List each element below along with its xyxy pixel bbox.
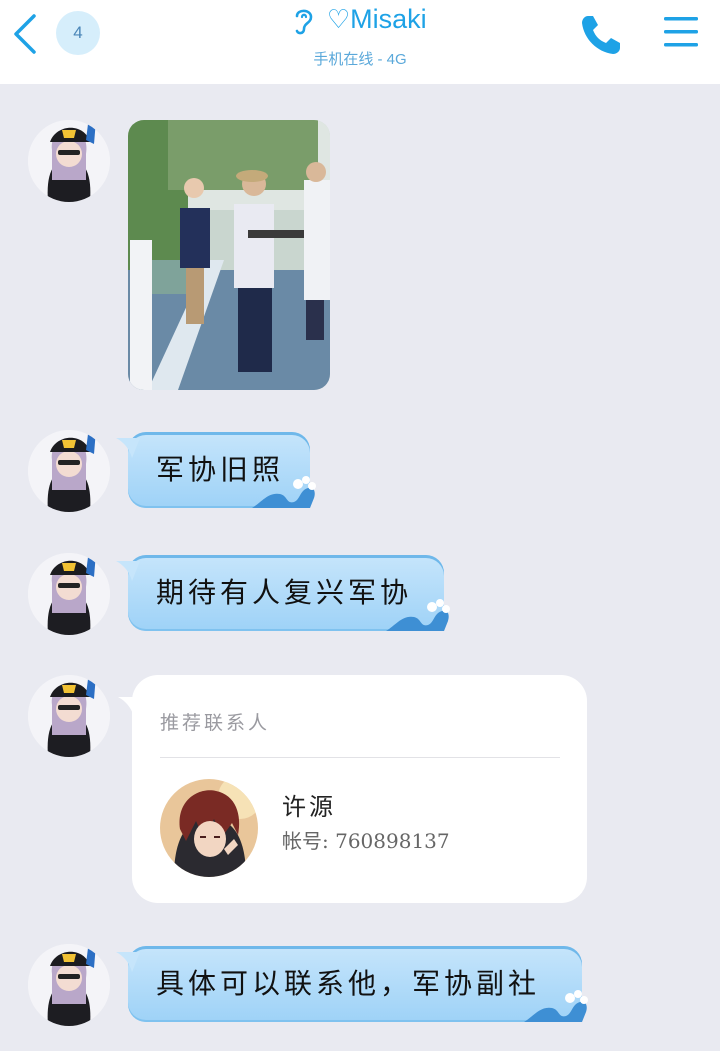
chat-header: 4 ♡Misaki 手机在线 - 4G [0,0,720,84]
message-bubble[interactable]: 具体可以联系他，军协副社 [116,946,588,1022]
bubble-tail [116,561,140,581]
contact-avatar[interactable] [160,779,258,877]
wave-decoration-icon [386,599,450,631]
shared-photo[interactable] [128,120,330,390]
contact-card[interactable]: 推荐联系人 许源 帐号: 760898137 [118,675,587,903]
avatar-image [28,120,110,202]
phone-icon[interactable] [578,12,624,58]
bubble-tail [118,697,142,717]
photo-group-outdoors [128,120,330,390]
avatar-image [28,430,110,512]
message-text: 期待有人复兴军协 [156,576,413,609]
avatar-image [28,944,110,1026]
wave-decoration-icon [524,990,588,1022]
contact-name-title: Misaki [350,4,427,34]
sender-avatar[interactable] [28,430,110,512]
message-text: 具体可以联系他，军协副社 [156,967,541,1000]
ear-icon [296,9,313,35]
card-title: 推荐联系人 [160,712,271,734]
contact-name: 许源 [282,793,336,821]
bubble-tail [116,438,140,458]
avatar-image [28,553,110,635]
sender-avatar[interactable] [28,553,110,635]
sender-avatar[interactable] [28,675,110,757]
avatar-image [28,675,110,757]
heart-glyph: ♡ [326,4,351,34]
message-bubble[interactable]: 期待有人复兴军协 [116,555,450,631]
contact-account-number: 帐号: 760898137 [282,829,450,853]
contact-avatar-image [160,779,258,877]
menu-icon[interactable] [662,14,700,50]
message-bubble[interactable]: 军协旧照 [116,432,316,508]
bubble-tail [116,952,140,972]
wave-decoration-icon [252,476,316,508]
sender-avatar[interactable] [28,120,110,202]
sender-avatar[interactable] [28,944,110,1026]
card-divider [160,757,560,758]
